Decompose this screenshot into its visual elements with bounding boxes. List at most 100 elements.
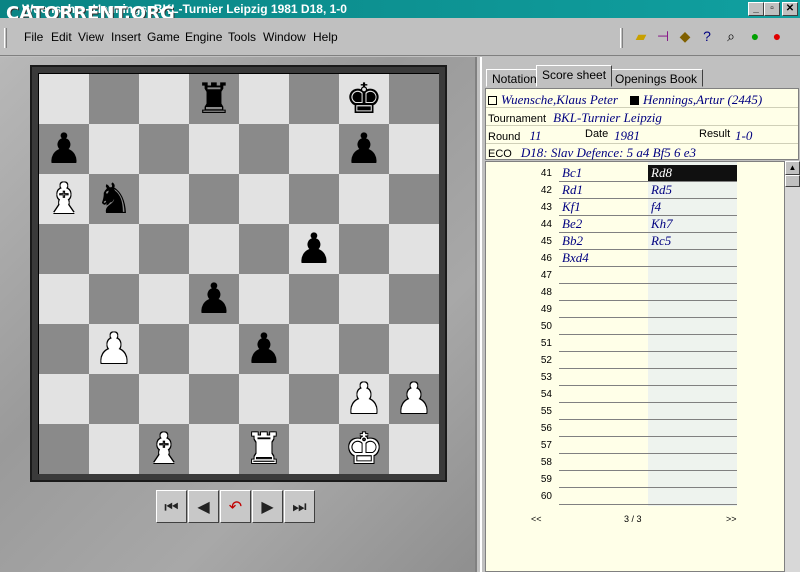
board-square[interactable]: ♟ bbox=[189, 274, 239, 324]
black-rook-icon[interactable]: ♜ bbox=[195, 74, 233, 124]
result-value[interactable]: 1-0 bbox=[735, 128, 752, 144]
help-pointer-icon[interactable]: ? bbox=[698, 27, 716, 45]
board-square[interactable] bbox=[389, 424, 439, 474]
tab-openings-book[interactable]: Openings Book bbox=[609, 69, 704, 87]
scrollbar-thumb[interactable] bbox=[785, 175, 800, 187]
white-move-cell[interactable]: Bb2 bbox=[559, 233, 648, 250]
board-square[interactable] bbox=[289, 174, 339, 224]
board-square[interactable]: ♟ bbox=[389, 374, 439, 424]
menu-engine[interactable]: Engine bbox=[185, 30, 222, 44]
white-rook-icon[interactable]: ♜ bbox=[245, 424, 283, 474]
maximize-button[interactable]: ▫ bbox=[764, 2, 780, 16]
board-square[interactable]: ♚ bbox=[339, 74, 389, 124]
board-square[interactable] bbox=[239, 124, 289, 174]
black-pawn-icon[interactable]: ♟ bbox=[345, 124, 383, 174]
menu-file[interactable]: File bbox=[24, 30, 43, 44]
board-square[interactable] bbox=[239, 174, 289, 224]
board-square[interactable] bbox=[339, 224, 389, 274]
vertical-scrollbar[interactable]: ▲ bbox=[785, 161, 800, 572]
black-move-cell[interactable] bbox=[648, 454, 737, 471]
black-pawn-icon[interactable]: ♟ bbox=[245, 324, 283, 374]
menu-game[interactable]: Game bbox=[147, 30, 180, 44]
board-square[interactable] bbox=[139, 324, 189, 374]
board-square[interactable] bbox=[139, 224, 189, 274]
toolbar-grip-right[interactable] bbox=[620, 28, 623, 48]
black-move-cell[interactable] bbox=[648, 284, 737, 301]
red-stop-icon[interactable]: ● bbox=[768, 27, 786, 45]
first-move-button[interactable]: ⏮ bbox=[156, 490, 187, 523]
white-move-cell[interactable] bbox=[559, 267, 648, 284]
white-move-cell[interactable] bbox=[559, 318, 648, 335]
menu-edit[interactable]: Edit bbox=[51, 30, 72, 44]
folder-icon[interactable]: ▰ bbox=[632, 27, 650, 45]
board-square[interactable] bbox=[189, 124, 239, 174]
white-player[interactable]: Wuensche,Klaus Peter bbox=[501, 92, 618, 107]
green-check-icon[interactable]: ● bbox=[746, 27, 764, 45]
board-square[interactable] bbox=[189, 374, 239, 424]
board-square[interactable] bbox=[189, 324, 239, 374]
board-square[interactable] bbox=[389, 324, 439, 374]
previous-page-button[interactable]: << bbox=[531, 514, 542, 524]
black-pawn-icon[interactable]: ♟ bbox=[295, 224, 333, 274]
white-bishop-icon[interactable]: ♝ bbox=[145, 424, 183, 474]
white-move-cell[interactable]: Rd1 bbox=[559, 182, 648, 199]
eco-value[interactable]: D18: Slav Defence: 5 a4 Bf5 6 e3 bbox=[521, 145, 696, 160]
board-square[interactable] bbox=[39, 74, 89, 124]
board-square[interactable] bbox=[339, 324, 389, 374]
black-move-cell[interactable]: Rc5 bbox=[648, 233, 737, 250]
board-square[interactable] bbox=[289, 424, 339, 474]
board-square[interactable] bbox=[89, 374, 139, 424]
chess-board[interactable]: ♜ ♚ ♟ ♟ ♝ ♞ ♟ ♟ ♟ ♟ ♟ ♟ ♝ ♜ ♚ bbox=[38, 73, 439, 474]
board-square[interactable] bbox=[389, 174, 439, 224]
board-square[interactable]: ♟ bbox=[339, 374, 389, 424]
board-square[interactable] bbox=[39, 424, 89, 474]
white-move-cell[interactable] bbox=[559, 437, 648, 454]
board-square[interactable]: ♞ bbox=[89, 174, 139, 224]
board-square[interactable]: ♟ bbox=[239, 324, 289, 374]
insert-line-icon[interactable]: ⊣ bbox=[654, 27, 672, 45]
black-pawn-icon[interactable]: ♟ bbox=[195, 274, 233, 324]
white-move-cell[interactable] bbox=[559, 335, 648, 352]
board-square[interactable] bbox=[389, 124, 439, 174]
black-king-icon[interactable]: ♚ bbox=[345, 74, 383, 124]
board-square[interactable] bbox=[89, 424, 139, 474]
board-square[interactable] bbox=[39, 324, 89, 374]
board-square[interactable] bbox=[139, 274, 189, 324]
white-move-cell[interactable] bbox=[559, 386, 648, 403]
menu-tools[interactable]: Tools bbox=[228, 30, 256, 44]
menu-view[interactable]: View bbox=[78, 30, 104, 44]
board-square[interactable] bbox=[239, 224, 289, 274]
white-move-cell[interactable] bbox=[559, 420, 648, 437]
black-knight-icon[interactable]: ♞ bbox=[95, 174, 133, 224]
board-square[interactable] bbox=[239, 74, 289, 124]
black-move-cell[interactable] bbox=[648, 369, 737, 386]
black-move-cell[interactable] bbox=[648, 335, 737, 352]
board-square[interactable] bbox=[89, 74, 139, 124]
menu-window[interactable]: Window bbox=[263, 30, 306, 44]
board-square[interactable] bbox=[239, 274, 289, 324]
board-square[interactable]: ♝ bbox=[139, 424, 189, 474]
black-move-cell[interactable]: Rd5 bbox=[648, 182, 737, 199]
black-move-cell[interactable] bbox=[648, 318, 737, 335]
white-move-cell[interactable] bbox=[559, 301, 648, 318]
board-square[interactable] bbox=[389, 74, 439, 124]
white-move-cell[interactable] bbox=[559, 488, 648, 505]
menu-help[interactable]: Help bbox=[313, 30, 338, 44]
white-king-icon[interactable]: ♚ bbox=[345, 424, 383, 474]
board-square[interactable]: ♚ bbox=[339, 424, 389, 474]
white-move-cell[interactable] bbox=[559, 471, 648, 488]
board-square[interactable] bbox=[189, 174, 239, 224]
white-move-cell[interactable] bbox=[559, 369, 648, 386]
white-move-cell[interactable] bbox=[559, 454, 648, 471]
white-move-cell[interactable]: Bc1 bbox=[559, 165, 648, 182]
board-square[interactable] bbox=[389, 274, 439, 324]
white-move-cell[interactable] bbox=[559, 284, 648, 301]
black-move-cell[interactable] bbox=[648, 386, 737, 403]
white-bishop-icon[interactable]: ♝ bbox=[45, 174, 83, 224]
date-value[interactable]: 1981 bbox=[614, 128, 640, 144]
board-square[interactable] bbox=[139, 74, 189, 124]
board-square[interactable] bbox=[89, 274, 139, 324]
board-square[interactable] bbox=[189, 224, 239, 274]
board-square[interactable]: ♟ bbox=[289, 224, 339, 274]
black-move-cell[interactable] bbox=[648, 471, 737, 488]
